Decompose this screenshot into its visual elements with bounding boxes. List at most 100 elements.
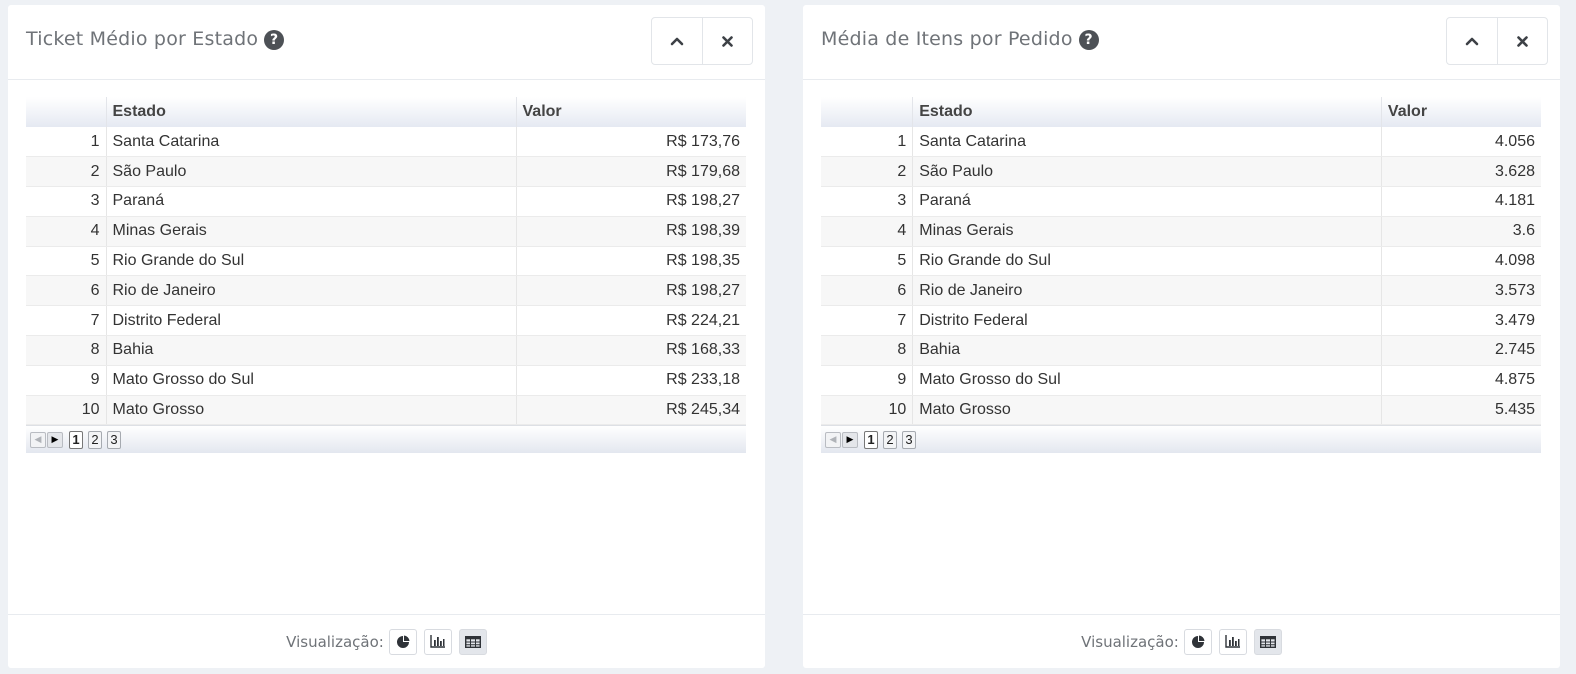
cell-valor: R$ 198,27: [516, 275, 746, 307]
column-header-estado[interactable]: Estado: [106, 97, 517, 127]
table-row[interactable]: 6 Rio de Janeiro R$ 198,27: [26, 275, 746, 307]
collapse-button[interactable]: [652, 18, 702, 64]
cell-valor: 3.628: [1381, 156, 1541, 188]
column-header-index[interactable]: [26, 97, 107, 127]
triangle-right-icon[interactable]: ▶: [842, 431, 858, 448]
cell-estado: Mato Grosso: [106, 395, 517, 426]
row-index: 1: [821, 127, 914, 158]
row-index: 4: [26, 216, 107, 247]
cell-estado: Mato Grosso do Sul: [912, 365, 1382, 396]
table-row[interactable]: 3 Paraná 4.181: [821, 186, 1541, 217]
table-row[interactable]: 8 Bahia 2.745: [821, 335, 1541, 366]
chevron-up-icon: [1465, 37, 1479, 46]
table-icon: [464, 635, 481, 648]
pager: ◀ ▶ 123: [26, 425, 746, 453]
table-row[interactable]: 6 Rio de Janeiro 3.573: [821, 275, 1541, 307]
table-row[interactable]: 4 Minas Gerais 3.6: [821, 216, 1541, 247]
close-button[interactable]: [1496, 18, 1548, 64]
column-header-index[interactable]: [821, 97, 914, 127]
table-row[interactable]: 1 Santa Catarina R$ 173,76: [26, 127, 746, 158]
cell-valor: 3.6: [1381, 216, 1541, 247]
question-circle-icon[interactable]: ?: [1078, 30, 1099, 50]
table-row[interactable]: 10 Mato Grosso R$ 245,34: [26, 395, 746, 426]
page-button[interactable]: 3: [107, 430, 121, 449]
table-row[interactable]: 8 Bahia R$ 168,33: [26, 335, 746, 366]
close-icon: [1516, 35, 1528, 47]
cell-valor: R$ 245,34: [516, 395, 746, 426]
bar-chart-icon: [430, 635, 445, 648]
table-row[interactable]: 5 Rio Grande do Sul R$ 198,35: [26, 246, 746, 277]
table-row[interactable]: 5 Rio Grande do Sul 4.098: [821, 246, 1541, 277]
cell-estado: Rio de Janeiro: [912, 275, 1382, 307]
table-row[interactable]: 2 São Paulo R$ 179,68: [26, 156, 746, 188]
table-row[interactable]: 2 São Paulo 3.628: [821, 156, 1541, 188]
table-row[interactable]: 7 Distrito Federal 3.479: [821, 305, 1541, 337]
question-circle-icon[interactable]: ?: [264, 30, 285, 50]
pie-chart-view-button[interactable]: [388, 628, 417, 655]
panel-ticket-medio: Ticket Médio por Estado? Estado Valor 1S…: [8, 5, 765, 668]
cell-valor: 4.181: [1381, 186, 1541, 217]
close-button[interactable]: [701, 18, 753, 64]
row-index: 4: [821, 216, 914, 247]
cell-estado: Mato Grosso: [912, 395, 1382, 426]
column-header-valor[interactable]: Valor: [516, 97, 746, 127]
panel-header: Ticket Médio por Estado?: [8, 5, 765, 80]
cell-estado: Mato Grosso do Sul: [106, 365, 517, 396]
page-button[interactable]: 1: [864, 430, 878, 449]
cell-estado: Rio Grande do Sul: [912, 246, 1382, 277]
cell-valor: 3.573: [1381, 275, 1541, 307]
row-index: 8: [26, 335, 107, 366]
visualization-label: Visualização:: [286, 632, 384, 651]
cell-estado: Rio de Janeiro: [106, 275, 517, 307]
cell-valor: 4.098: [1381, 246, 1541, 277]
pie-chart-view-button[interactable]: [1183, 628, 1212, 655]
cell-estado: Santa Catarina: [106, 127, 517, 158]
close-icon: [721, 35, 733, 47]
data-table: Estado Valor 1 Santa Catarina R$ 173,76 2 Sã…: [26, 97, 746, 426]
visualization-label: Visualização:: [1081, 632, 1179, 651]
cell-estado: Minas Gerais: [912, 216, 1382, 247]
cell-valor: R$ 179,68: [516, 156, 746, 188]
triangle-right-icon[interactable]: ▶: [47, 431, 63, 448]
table-view-button[interactable]: [1253, 628, 1282, 655]
column-header-estado[interactable]: Estado: [912, 97, 1382, 127]
panel-footer: Visualização:: [8, 614, 765, 668]
row-index: 8: [821, 335, 914, 366]
table-view-button[interactable]: [458, 628, 487, 655]
row-index: 9: [821, 365, 914, 396]
page-button[interactable]: 2: [88, 430, 102, 449]
cell-estado: Bahia: [106, 335, 517, 366]
table-row[interactable]: 9 Mato Grosso do Sul R$ 233,18: [26, 365, 746, 396]
cell-valor: R$ 198,35: [516, 246, 746, 277]
row-index: 5: [821, 246, 914, 277]
table-row[interactable]: 9 Mato Grosso do Sul 4.875: [821, 365, 1541, 396]
table-row[interactable]: 1 Santa Catarina 4.056: [821, 127, 1541, 158]
pie-chart-icon: [1191, 635, 1205, 648]
pie-chart-icon: [396, 635, 410, 648]
collapse-button[interactable]: [1447, 18, 1497, 64]
triangle-left-icon[interactable]: ◀: [30, 431, 46, 448]
table-row[interactable]: 7 Distrito Federal R$ 224,21: [26, 305, 746, 337]
row-index: 10: [26, 395, 107, 426]
bar-chart-view-button[interactable]: [423, 628, 452, 655]
table-row[interactable]: 4 Minas Gerais R$ 198,39: [26, 216, 746, 247]
page-button[interactable]: 2: [883, 430, 897, 449]
table-row[interactable]: 3 Paraná R$ 198,27: [26, 186, 746, 217]
table-row[interactable]: 10 Mato Grosso 5.435: [821, 395, 1541, 426]
cell-valor: 5.435: [1381, 395, 1541, 426]
cell-estado: Distrito Federal: [912, 305, 1382, 337]
table-icon: [1259, 635, 1276, 648]
cell-valor: R$ 168,33: [516, 335, 746, 366]
column-header-valor[interactable]: Valor: [1381, 97, 1541, 127]
bar-chart-view-button[interactable]: [1218, 628, 1247, 655]
panel-title-text: Ticket Médio por Estado: [26, 28, 259, 50]
panel-title-text: Média de Itens por Pedido: [821, 28, 1073, 50]
row-index: 2: [26, 156, 107, 188]
page-button[interactable]: 3: [902, 430, 916, 449]
page-button[interactable]: 1: [69, 430, 83, 449]
cell-valor: R$ 224,21: [516, 305, 746, 337]
triangle-left-icon[interactable]: ◀: [825, 431, 841, 448]
panel-title: Média de Itens por Pedido?: [821, 28, 1099, 50]
row-index: 1: [26, 127, 107, 158]
cell-valor: R$ 233,18: [516, 365, 746, 396]
